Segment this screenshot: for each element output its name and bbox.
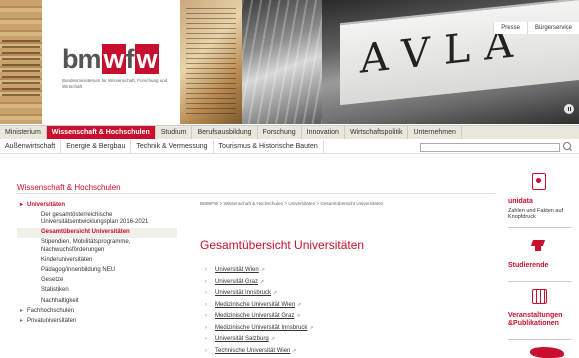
pause-icon[interactable] [564, 104, 574, 114]
header-photo-aula: AVLA [322, 0, 579, 124]
studierende-box[interactable]: Studierende [508, 234, 571, 282]
list-item[interactable]: Medizinische Universität Innsbruck⇗ [205, 323, 314, 335]
sidebar: Universitäten Der gesamtösterreichische … [17, 200, 177, 327]
external-link-icon: ⇗ [296, 313, 301, 319]
breadcrumb[interactable]: BMWFW > Wissenschaft & Hochschulen > Uni… [200, 201, 383, 206]
site-header: bm wf w Bundesministerium für Wissenschaft… [0, 0, 579, 124]
university-list: Universität Wien⇗ Universität Graz⇗ Univ… [205, 265, 314, 357]
page: bm wf w Bundesministerium für Wissenschaft… [0, 0, 579, 358]
list-item[interactable]: Medizinische Universität Wien⇗ [205, 300, 314, 312]
external-link-icon: ⇗ [260, 267, 265, 273]
list-item[interactable]: Medizinische Universität Graz⇗ [205, 311, 314, 323]
studierende-title: Studierende [508, 262, 549, 269]
nav-wissenschaft-hochschulen[interactable]: Wissenschaft & Hochschulen [46, 126, 156, 139]
header-photo-papers [180, 0, 242, 124]
nav-innovation[interactable]: Innovation [302, 126, 345, 139]
subnav-energie-bergbau[interactable]: Energie & Bergbau [61, 140, 132, 153]
nav-wirtschaftspolitik[interactable]: Wirtschaftspolitik [345, 126, 409, 139]
external-link-icon: ⇗ [292, 347, 297, 354]
external-link-icon: ⇗ [260, 278, 265, 285]
sidebar-item-gesetze[interactable]: Gesetze [17, 276, 177, 286]
sidebar-item-privatuniversitaeten[interactable]: Privatuniversitäten [17, 316, 177, 326]
sidebar-item-paedagoginnenbildung[interactable]: Pädagog/innenbildung NEU [17, 265, 177, 275]
external-link-icon: ⇗ [309, 324, 314, 331]
bmwfw-logo[interactable]: bm wf w [62, 44, 159, 75]
search-input[interactable] [420, 143, 560, 152]
logo-subtitle: Bundesministerium für Wissenschaft, Fors… [62, 78, 168, 89]
sidebar-item-kinderuniversitaeten[interactable]: Kinderuniversitäten [17, 255, 177, 265]
section-title: Wissenschaft & Hochschulen [17, 183, 121, 192]
veranstaltungen-box[interactable]: Veranstaltungen &Publikationen [508, 284, 571, 340]
logo-area[interactable]: bm wf w Bundesministerium für Wissenschaft… [42, 0, 180, 124]
document-icon [532, 173, 546, 190]
sidebar-item-stipendien[interactable]: Stipendien, Mobilitätsprogramme, Nachwuc… [17, 238, 177, 255]
subnav-aussenwirtschaft[interactable]: Außenwirtschaft [0, 140, 62, 153]
sidebar-item-statistiken[interactable]: Statistiken [17, 286, 177, 296]
external-link-icon: ⇗ [297, 301, 302, 308]
sidebar-item-gesamtuebersicht[interactable]: Gesamtübersicht Universitäten [17, 227, 177, 238]
list-item[interactable]: Technische Universität Wien⇗ [205, 346, 314, 358]
unidata-text: Zahlen und Fakten auf Knopfdruck [508, 208, 564, 221]
list-item[interactable]: Universität Innsbruck⇗ [205, 288, 314, 300]
topnav-buergerservice[interactable]: Bürgerservice [526, 22, 579, 34]
graduation-cap-icon [530, 240, 548, 252]
list-item[interactable]: Universität Wien⇗ [205, 265, 314, 277]
newspaper-image-left [0, 0, 42, 124]
sidebar-item-entwicklungsplan[interactable]: Der gesamtösterreichische Universitätsen… [17, 210, 177, 227]
external-link-icon: ⇗ [273, 290, 278, 296]
page-title: Gesamtübersicht Universitäten [200, 238, 365, 252]
austria-map-icon[interactable] [530, 347, 564, 358]
main-nav: Ministerium Wissenschaft & Hochschulen S… [0, 125, 579, 139]
header-photo-newspaper [242, 0, 322, 124]
sidebar-item-universitaeten[interactable]: Universitäten [17, 200, 177, 210]
top-utility-nav: Presse Bürgerservice [493, 22, 579, 34]
unidata-title: unidata [508, 198, 533, 205]
nav-ministerium[interactable]: Ministerium [0, 126, 47, 139]
subnav-tourismus[interactable]: Tourismus & Historische Bauten [214, 140, 324, 153]
sidebar-item-nachhaltigkeit[interactable]: Nachhaltigkeit [17, 296, 177, 306]
unidata-box[interactable]: unidata Zahlen und Fakten auf Knopfdruck [508, 168, 571, 228]
calendar-icon [532, 289, 547, 304]
search-icon[interactable] [563, 142, 571, 150]
list-item[interactable]: Universität Graz⇗ [205, 277, 314, 289]
veranstaltungen-title: Veranstaltungen &Publikationen [508, 312, 563, 327]
nav-forschung[interactable]: Forschung [258, 126, 302, 139]
sidebar-item-fachhochschulen[interactable]: Fachhochschulen [17, 306, 177, 316]
nav-studium[interactable]: Studium [156, 126, 193, 139]
external-link-icon: ⇗ [270, 336, 275, 342]
list-item[interactable]: Universität Salzburg⇗ [205, 334, 314, 346]
subnav-technik-vermessung[interactable]: Technik & Vermessung [131, 140, 214, 153]
topnav-presse[interactable]: Presse [493, 22, 527, 34]
section-divider [17, 193, 495, 194]
nav-unternehmen[interactable]: Unternehmen [408, 126, 462, 139]
nav-berufsausbildung[interactable]: Berufsausbildung [192, 126, 258, 139]
